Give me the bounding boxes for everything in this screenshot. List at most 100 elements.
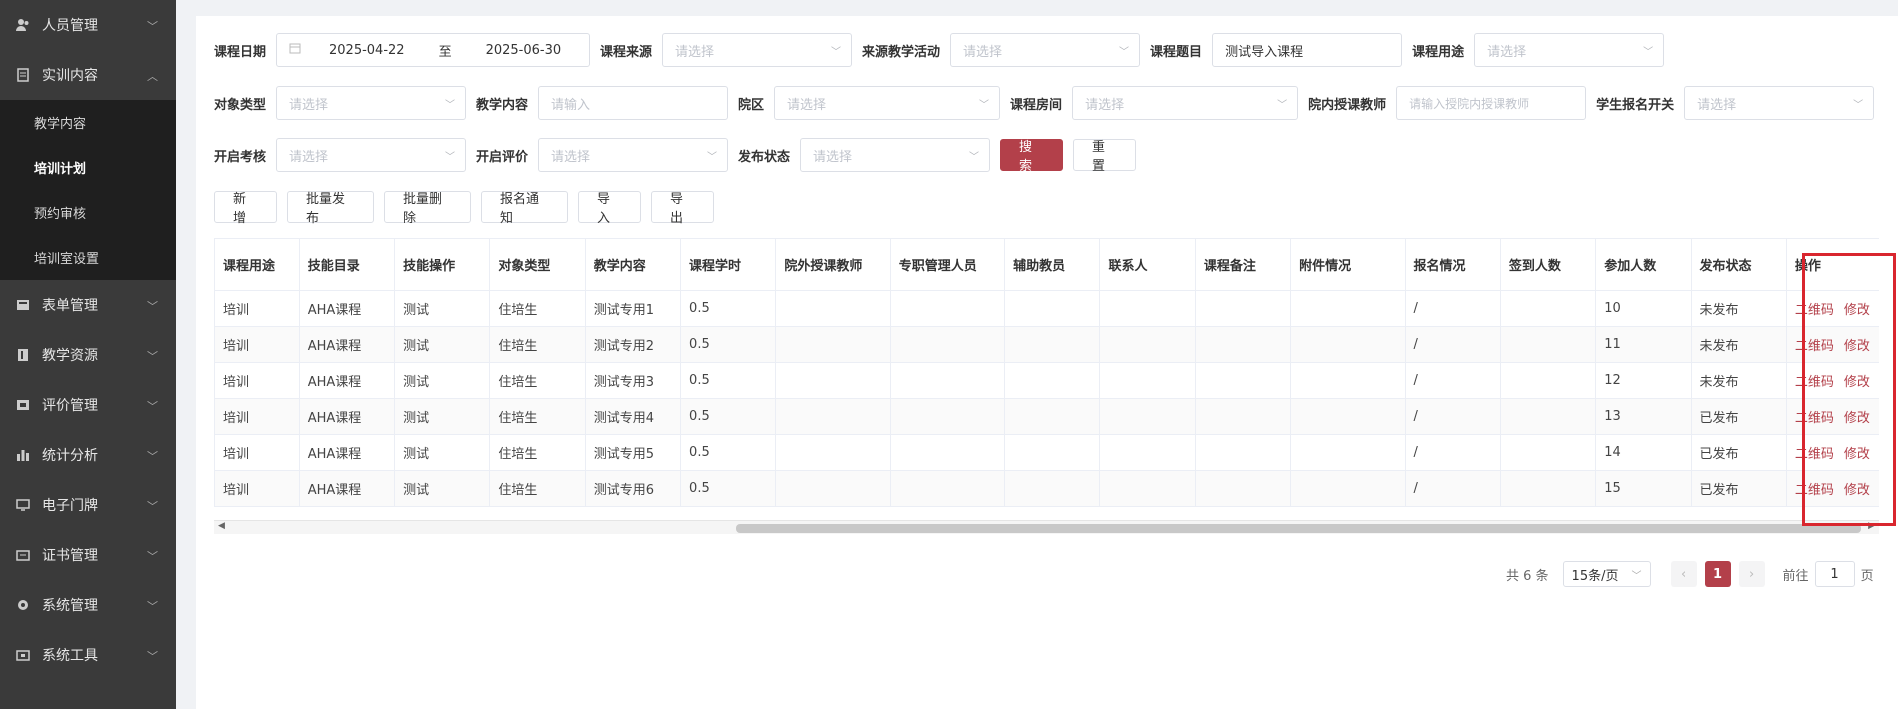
table-cell	[775, 290, 891, 327]
chevron-down-icon: ﹀	[1643, 47, 1654, 58]
sidebar-item-resources[interactable]: 教学资源 ﹀	[0, 330, 176, 380]
edit-link[interactable]: 修改	[1844, 375, 1870, 390]
import-button[interactable]: 导入	[578, 191, 641, 226]
table-cell: AHA课程	[298, 362, 396, 399]
publish-status-select[interactable]: 请选择 ﹀	[800, 138, 991, 172]
course-use-label: 课程用途	[1412, 44, 1465, 60]
chevron-down-icon: ﹀	[831, 47, 842, 58]
source-activity-select[interactable]: 请选择 ﹀	[950, 33, 1141, 67]
table-cell: /	[1404, 470, 1501, 507]
edit-link[interactable]: 修改	[1844, 339, 1870, 354]
table-cell	[1194, 362, 1292, 399]
signup-switch-select[interactable]: 请选择 ﹀	[1684, 86, 1875, 120]
sidebar-item-label: 人员管理	[42, 18, 98, 34]
batch-publish-button[interactable]: 批量发布	[287, 191, 374, 226]
certificate-icon	[16, 548, 30, 562]
submenu-item-room-settings[interactable]: 培训室设置	[0, 235, 176, 280]
edit-link[interactable]: 修改	[1844, 303, 1870, 318]
prev-page-button[interactable]: ‹	[1670, 561, 1697, 587]
table-row[interactable]: 培训 AHA课程 测试 住培生 测试专用5 0.5 / 14 已发布 二维码 修改	[214, 434, 1879, 471]
goto-page-input[interactable]: 1	[1814, 561, 1855, 587]
data-table-wrapper: 课程用途 技能目录 技能操作 对象类型 教学内容 课程学时 院外授课教师 专职管理人员 辅助教员…	[214, 238, 1879, 528]
edit-link[interactable]: 修改	[1844, 447, 1870, 462]
course-room-select[interactable]: 请选择 ﹀	[1072, 86, 1299, 120]
submenu-item-booking-review[interactable]: 预约审核	[0, 190, 176, 235]
qrcode-link[interactable]: 二维码	[1795, 375, 1834, 390]
chevron-down-icon: ﹀	[445, 152, 456, 163]
qrcode-link[interactable]: 二维码	[1795, 411, 1834, 426]
qrcode-link[interactable]: 二维码	[1795, 303, 1834, 318]
operations-cell: 二维码 修改	[1785, 470, 1879, 507]
object-type-select[interactable]: 请选择 ﹀	[276, 86, 467, 120]
scrollbar-thumb[interactable]	[736, 524, 1861, 533]
table-row[interactable]: 培训 AHA课程 测试 住培生 测试专用6 0.5 / 15 已发布 二维码 修改	[214, 470, 1879, 507]
sidebar-item-training-content[interactable]: 实训内容 ︿	[0, 50, 176, 100]
operations-cell: 二维码 修改	[1785, 290, 1879, 327]
open-exam-select[interactable]: 请选择 ﹀	[276, 138, 467, 172]
search-button[interactable]: 搜索	[1000, 139, 1064, 174]
qrcode-link[interactable]: 二维码	[1795, 339, 1834, 354]
qrcode-link[interactable]: 二维码	[1795, 483, 1834, 498]
course-date-range[interactable]: 2025-04-22 至 2025-06-30	[276, 33, 591, 67]
sidebar-item-system[interactable]: 系统管理 ﹀	[0, 580, 176, 630]
edit-link[interactable]: 修改	[1844, 411, 1870, 426]
qrcode-link[interactable]: 二维码	[1795, 447, 1834, 462]
sidebar-item-tools[interactable]: 系统工具 ﹀	[0, 630, 176, 680]
chevron-down-icon: ﹀	[147, 450, 158, 463]
table-cell	[775, 362, 891, 399]
horizontal-scrollbar[interactable]: ◀ ▶	[214, 520, 1879, 534]
sidebar-item-evaluation[interactable]: 评价管理 ﹀	[0, 380, 176, 430]
submenu-item-teaching-content[interactable]: 教学内容	[0, 100, 176, 145]
date-start[interactable]: 2025-04-22	[329, 43, 405, 58]
table-cell	[1004, 434, 1101, 471]
course-title-input[interactable]: 测试导入课程	[1212, 33, 1403, 67]
open-eval-select[interactable]: 请选择 ﹀	[538, 138, 729, 172]
sidebar-item-statistics[interactable]: 统计分析 ﹀	[0, 430, 176, 480]
source-activity-label: 来源教学活动	[862, 44, 941, 60]
course-use-select[interactable]: 请选择 ﹀	[1474, 33, 1665, 67]
table-cell: 测试专用6	[584, 470, 682, 507]
sidebar-item-personnel[interactable]: 人员管理 ﹀	[0, 0, 176, 50]
table-row[interactable]: 培训 AHA课程 测试 住培生 测试专用2 0.5 / 11 未发布 二维码 修改	[214, 326, 1879, 363]
table-row[interactable]: 培训 AHA课程 测试 住培生 测试专用1 0.5 / 10 未发布 二维码 修改	[214, 290, 1879, 327]
open-exam-label: 开启考核	[214, 149, 267, 165]
teach-content-input[interactable]: 请输入	[538, 86, 729, 120]
chevron-up-icon: ︿	[147, 70, 158, 83]
scroll-left-icon[interactable]: ◀	[218, 521, 225, 531]
edit-link[interactable]: 修改	[1844, 483, 1870, 498]
operations-cell: 二维码 修改	[1785, 398, 1879, 435]
page-size-select[interactable]: 15条/页 ﹀	[1562, 561, 1651, 587]
batch-delete-button[interactable]: 批量删除	[384, 191, 471, 226]
reset-button[interactable]: 重置	[1073, 139, 1137, 174]
sidebar-item-label: 评价管理	[42, 398, 98, 414]
next-page-button[interactable]: ›	[1738, 561, 1765, 587]
toolbar: 新增 批量发布 批量删除 报名通知 导入 导出	[214, 190, 714, 226]
chevron-down-icon: ﹀	[979, 100, 990, 111]
export-button[interactable]: 导出	[651, 191, 714, 226]
add-button[interactable]: 新增	[214, 191, 277, 226]
column-header: 技能操作	[394, 238, 491, 291]
scroll-right-icon[interactable]: ▶	[1868, 521, 1875, 531]
table-cell: AHA课程	[298, 290, 396, 327]
bar-chart-icon	[16, 448, 30, 462]
sidebar-item-certificates[interactable]: 证书管理 ﹀	[0, 530, 176, 580]
page-number-current[interactable]: 1	[1704, 561, 1731, 587]
sidebar-item-forms[interactable]: 表单管理 ﹀	[0, 280, 176, 330]
table-row[interactable]: 培训 AHA课程 测试 住培生 测试专用3 0.5 / 12 未发布 二维码 修改	[214, 362, 1879, 399]
signup-notify-button[interactable]: 报名通知	[481, 191, 568, 226]
course-source-select[interactable]: 请选择 ﹀	[662, 33, 853, 67]
campus-select[interactable]: 请选择 ﹀	[774, 86, 1001, 120]
table-cell: 0.5	[680, 398, 777, 435]
table-row[interactable]: 培训 AHA课程 测试 住培生 测试专用4 0.5 / 13 已发布 二维码 修改	[214, 398, 1879, 435]
table-cell: 测试专用1	[584, 290, 682, 327]
date-end[interactable]: 2025-06-30	[486, 43, 562, 58]
inner-teacher-input[interactable]: 请输入授院内授课教师	[1396, 86, 1587, 120]
table-cell: 培训	[214, 326, 300, 363]
submenu-item-training-plan[interactable]: 培训计划	[0, 145, 176, 190]
sidebar-item-door-sign[interactable]: 电子门牌 ﹀	[0, 480, 176, 530]
table-cell: /	[1404, 434, 1501, 471]
chevron-down-icon: ﹀	[969, 152, 980, 163]
table-cell: 测试专用3	[584, 362, 682, 399]
table-cell	[1290, 470, 1406, 507]
table-cell: 已发布	[1690, 470, 1787, 507]
